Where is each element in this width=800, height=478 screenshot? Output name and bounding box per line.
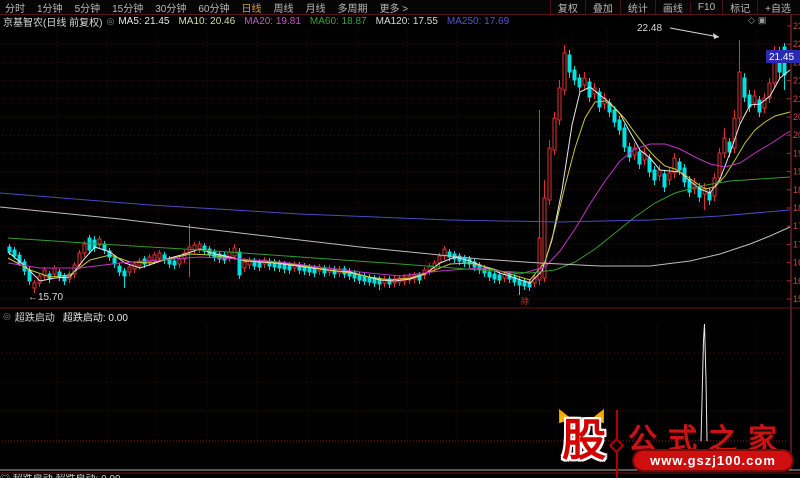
tab-5min[interactable]: 5分钟 bbox=[75, 0, 101, 15]
tab-multi-period[interactable]: 多周期 bbox=[338, 0, 368, 15]
statistics-button[interactable]: 统计 bbox=[619, 0, 655, 15]
tab-1min[interactable]: 1分钟 bbox=[37, 0, 63, 15]
svg-text:20: 20 bbox=[793, 130, 800, 140]
symbol-title: 京基智农(日线 前复权) bbox=[3, 18, 103, 29]
watermark: 股 公式之家 www.gszj100.com bbox=[552, 404, 800, 478]
indicator-gear-icon[interactable]: ◎ bbox=[0, 311, 15, 322]
svg-text:22.5: 22.5 bbox=[793, 39, 800, 49]
svg-text:17: 17 bbox=[793, 239, 800, 249]
svg-text:16.5: 16.5 bbox=[793, 258, 800, 268]
svg-text:21: 21 bbox=[793, 94, 800, 104]
ma10-value: MA10: 20.46 bbox=[178, 16, 236, 27]
svg-text:除: 除 bbox=[521, 296, 529, 306]
indicator-value: 超跌启动: 0.00 bbox=[62, 313, 128, 324]
svg-text:18: 18 bbox=[793, 203, 800, 213]
tab-weekly[interactable]: 周线 bbox=[274, 0, 294, 15]
ma20-value: MA20: 19.81 bbox=[244, 16, 301, 27]
region-stat-icon[interactable]: ◇ bbox=[748, 15, 758, 25]
ma120-value: MA120: 17.55 bbox=[375, 16, 438, 27]
indicator-header: ◎ 超跌启动 超跌启动: 0.00 bbox=[0, 309, 800, 324]
svg-text:21.5: 21.5 bbox=[793, 76, 800, 86]
toolbar-actions: 复权 叠加 统计 画线 F10 标记 +自选 bbox=[549, 0, 798, 15]
indicator-settings-icon[interactable]: ◎ bbox=[102, 16, 118, 27]
mark-button[interactable]: 标记 bbox=[722, 0, 757, 15]
svg-text:18.5: 18.5 bbox=[793, 185, 800, 195]
svg-text:←15.70: ←15.70 bbox=[28, 292, 63, 303]
tab-15min[interactable]: 15分钟 bbox=[112, 0, 143, 15]
tab-30min[interactable]: 30分钟 bbox=[155, 0, 186, 15]
tab-daily[interactable]: 日线 bbox=[242, 0, 262, 15]
watermark-url: www.gszj100.com bbox=[634, 451, 792, 470]
draw-line-button[interactable]: 画线 bbox=[654, 0, 690, 15]
svg-text:17.5: 17.5 bbox=[793, 221, 800, 231]
f10-button[interactable]: F10 bbox=[689, 1, 722, 13]
tab-fenshi[interactable]: 分时 bbox=[5, 0, 25, 15]
tab-monthly[interactable]: 月线 bbox=[306, 0, 326, 15]
svg-text:19.5: 19.5 bbox=[793, 148, 800, 158]
svg-text:15.5: 15.5 bbox=[793, 294, 800, 304]
ma250-value: MA250: 17.69 bbox=[446, 16, 510, 27]
svg-text:16: 16 bbox=[793, 276, 800, 286]
chart-corner-tools: ◇▣ bbox=[748, 15, 769, 26]
svg-text:20.5: 20.5 bbox=[793, 112, 800, 122]
chart-title-bar: 京基智农(日线 前复权) ◎ MA5: 21.45 MA10: 20.46 MA… bbox=[0, 15, 800, 29]
period-tabs: 分时 1分钟 5分钟 15分钟 30分钟 60分钟 日线 周线 月线 多周期 更… bbox=[0, 0, 420, 15]
svg-text:21.45: 21.45 bbox=[769, 52, 794, 63]
adjust-price-button[interactable]: 复权 bbox=[549, 0, 585, 15]
svg-text:19: 19 bbox=[793, 167, 800, 177]
tab-60min[interactable]: 60分钟 bbox=[198, 0, 229, 15]
watermark-logo: 股 bbox=[562, 416, 606, 465]
period-toolbar: 分时 1分钟 5分钟 15分钟 30分钟 60分钟 日线 周线 月线 多周期 更… bbox=[0, 0, 800, 15]
overlay-button[interactable]: 叠加 bbox=[584, 0, 620, 15]
tab-more[interactable]: 更多 > bbox=[380, 0, 409, 15]
window-layout-icon[interactable]: ▣ bbox=[758, 15, 770, 25]
ma5-value: MA5: 21.45 bbox=[118, 16, 170, 27]
add-watchlist-button[interactable]: +自选 bbox=[757, 0, 798, 15]
diamond-icon bbox=[608, 437, 625, 454]
indicator-title[interactable]: 超跌启动 bbox=[15, 309, 55, 324]
ma60-value: MA60: 18.87 bbox=[309, 16, 367, 27]
